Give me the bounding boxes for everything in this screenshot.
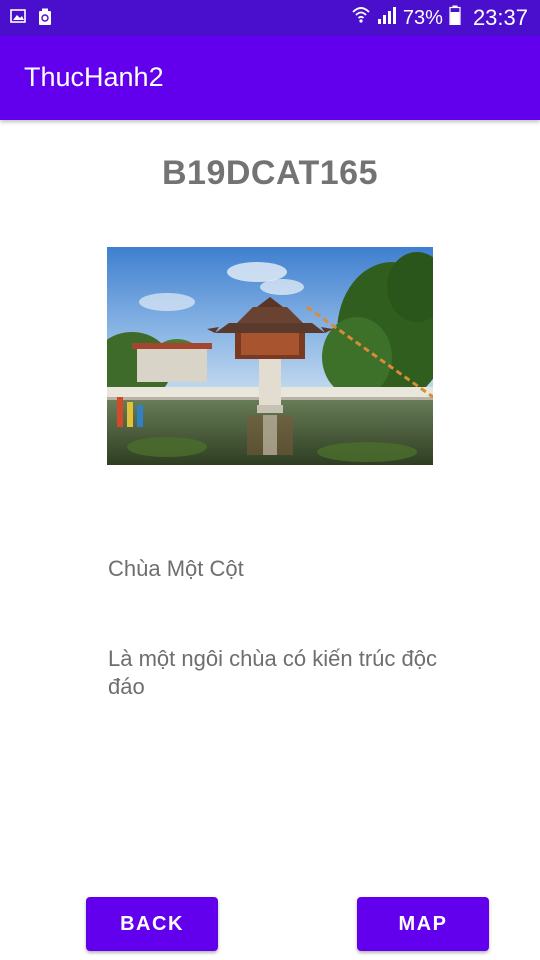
wifi-icon <box>351 5 371 31</box>
app-title: ThucHanh2 <box>24 62 164 92</box>
system-status: 73% 23:37 <box>351 5 528 31</box>
pagoda-photo <box>107 247 433 465</box>
battery-percent: 73% <box>402 6 443 29</box>
signal-icon <box>377 5 397 31</box>
image-notification-icon <box>10 8 26 31</box>
map-button[interactable]: MAP <box>357 897 489 951</box>
back-button[interactable]: BACK <box>86 897 218 951</box>
place-name: Chùa Một Cột <box>108 556 244 581</box>
clock: 23:37 <box>472 5 528 30</box>
notification-icons <box>10 8 52 31</box>
app-bar: ThucHanh2 <box>0 36 540 120</box>
place-description: Là một ngôi chùa có kiến trúc độc đáo <box>108 646 437 699</box>
battery-icon <box>449 5 461 31</box>
recycle-notification-icon <box>38 8 52 31</box>
student-id-heading: B19DCAT165 <box>161 154 378 192</box>
app-screen: 73% 23:37 ThucHanh2 B19DCAT165 Chùa Một … <box>0 0 540 960</box>
status-bar: 73% 23:37 <box>0 0 540 36</box>
